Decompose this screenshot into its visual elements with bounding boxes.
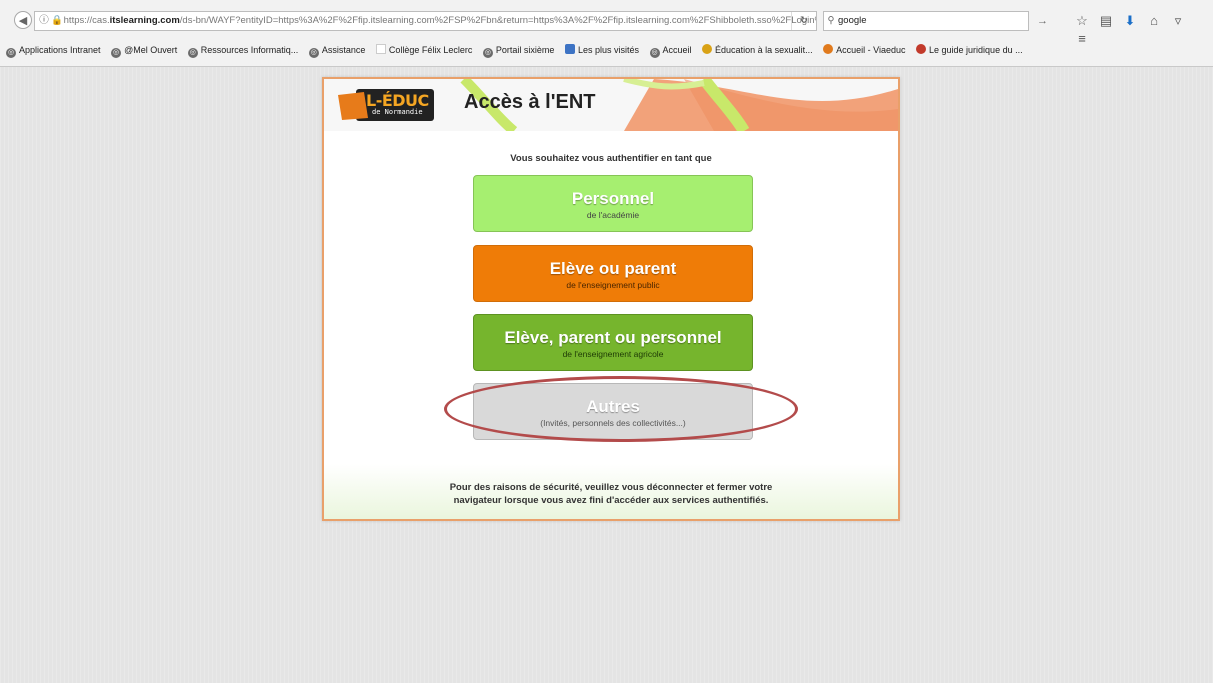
bookmark-label: Éducation à la sexualit... — [715, 45, 813, 55]
circle-badge-icon — [916, 44, 927, 54]
toolbar-icons: ☆ ▤ ⬇ ⌂ ▿ ≡ — [1070, 12, 1213, 46]
url-path: /ds-bn/WAYF?entityID=https%3A%2F%2Ffip.i… — [179, 15, 817, 26]
star-icon[interactable]: ☆ — [1070, 12, 1094, 30]
login-card: L-ÉDUC de Normandie Accès à l'ENT Vous s… — [322, 77, 900, 521]
security-notice: Pour des raisons de sécurité, veuillez v… — [324, 481, 898, 507]
choice-label: Elève ou parent — [549, 259, 677, 278]
eleve-parent-personnel-agricole-button[interactable]: Elève, parent ou personnel de l'enseigne… — [473, 314, 753, 371]
globe-icon: ◎ — [6, 48, 16, 58]
url-host: itslearning.com — [109, 15, 180, 26]
url-prefix: https://cas. — [63, 15, 110, 26]
back-icon[interactable]: ◀ — [14, 11, 32, 29]
info-icon[interactable]: ⓘ — [37, 12, 51, 30]
lock-icon: 🔒 — [51, 15, 63, 26]
bookmark-label: Accueil — [662, 45, 692, 55]
choice-label: Elève, parent ou personnel — [504, 328, 722, 347]
bookmark-portail-sixieme[interactable]: ◎ Portail sixième — [482, 42, 555, 58]
globe-icon: ◎ — [649, 48, 660, 58]
bookmark-label: @Mel Ouvert — [124, 45, 178, 55]
menu-icon[interactable]: ≡ — [1070, 30, 1094, 48]
bookmark-label: Portail sixième — [495, 45, 555, 55]
bookmark-college-felix-leclerc[interactable]: Collège Félix Leclerc — [375, 42, 473, 58]
globe-icon: ◎ — [308, 48, 319, 58]
search-value: google — [838, 15, 867, 26]
circle-badge-icon — [702, 44, 713, 54]
logo-subtext: de Normandie — [372, 108, 423, 116]
bookmark-applications-intranet[interactable]: ◎ Applications Intranet — [6, 42, 101, 58]
question-text: Vous souhaitez vous authentifier en tant… — [510, 153, 712, 164]
choice-sublabel: de l'enseignement public — [566, 280, 660, 290]
autres-button[interactable]: Autres (Invités, personnels des collecti… — [473, 383, 753, 440]
bookmark-label: Ressources Informatiq... — [200, 45, 299, 55]
choice-label: Autres — [586, 397, 640, 416]
folder-icon — [564, 44, 575, 54]
eleve-parent-button[interactable]: Elève ou parent de l'enseignement public — [473, 245, 753, 302]
security-notice-line1: Pour des raisons de sécurité, veuillez v… — [449, 482, 773, 493]
browser-chrome: ◀ ⓘ 🔒 https://cas.itslearning.com/ds-bn/W… — [0, 0, 1213, 67]
leduc-logo: L-ÉDUC de Normandie — [338, 89, 434, 121]
page-icon — [375, 44, 386, 54]
bookmarks-bar: ◎ Applications Intranet ◎ @Mel Ouvert ◎ Res… — [6, 42, 1031, 58]
bookmark-label: Le guide juridique du ... — [929, 45, 1023, 55]
pocket-icon[interactable]: ▿ — [1166, 12, 1190, 30]
page-title: Accès à l'ENT — [464, 91, 596, 113]
security-footer: Pour des raisons de sécurité, veuillez v… — [324, 464, 898, 519]
globe-icon: ◎ — [111, 48, 122, 58]
reload-icon[interactable]: ↻ — [791, 12, 816, 30]
security-notice-line2: navigateur lorsque vous avez fini d'accé… — [453, 495, 769, 506]
bookmark-label: Assistance — [321, 45, 366, 55]
globe-icon: ◎ — [482, 48, 493, 58]
bookmark-accueil[interactable]: ◎ Accueil — [649, 42, 692, 58]
home-icon[interactable]: ⌂ — [1142, 12, 1166, 30]
viaeduc-icon — [823, 44, 834, 54]
search-icon: ⚲ — [827, 15, 835, 26]
globe-icon: ◎ — [187, 48, 198, 58]
download-icon[interactable]: ⬇ — [1118, 12, 1142, 30]
bookmark-ressources-informatiques[interactable]: ◎ Ressources Informatiq... — [187, 42, 299, 58]
bookmark-accueil-viaeduc[interactable]: Accueil - Viaeduc — [823, 42, 906, 58]
bookmark-mel-ouvert[interactable]: ◎ @Mel Ouvert — [111, 42, 177, 58]
bookmark-label: Collège Félix Leclerc — [388, 45, 473, 55]
choice-sublabel: de l'académie — [586, 210, 640, 220]
choice-sublabel: (Invités, personnels des collectivités..… — [540, 418, 686, 428]
personnel-button[interactable]: Personnel de l'académie — [473, 175, 753, 232]
bookmark-guide-juridique[interactable]: Le guide juridique du ... — [916, 42, 1023, 58]
navigation-bar: ◀ ⓘ 🔒 https://cas.itslearning.com/ds-bn/W… — [0, 6, 1213, 46]
go-icon[interactable]: → — [1037, 12, 1048, 30]
bookmark-les-plus-visites[interactable]: Les plus visités — [564, 42, 639, 58]
page-viewport: L-ÉDUC de Normandie Accès à l'ENT Vous s… — [0, 67, 1213, 683]
reading-list-icon[interactable]: ▤ — [1094, 12, 1118, 30]
bookmark-label: Applications Intranet — [19, 45, 101, 55]
address-bar[interactable]: ⓘ 🔒 https://cas.itslearning.com/ds-bn/WAY… — [34, 11, 817, 31]
choice-sublabel: de l'enseignement agricole — [562, 349, 664, 359]
card-header: L-ÉDUC de Normandie Accès à l'ENT — [324, 79, 898, 131]
choice-label: Personnel — [571, 189, 655, 208]
bookmark-label: Les plus visités — [577, 45, 639, 55]
bookmark-label: Accueil - Viaeduc — [836, 45, 906, 55]
search-input[interactable]: ⚲ google → — [823, 11, 1048, 31]
bookmark-education-sexualite[interactable]: Éducation à la sexualit... — [702, 42, 813, 58]
bookmark-assistance[interactable]: ◎ Assistance — [308, 42, 366, 58]
